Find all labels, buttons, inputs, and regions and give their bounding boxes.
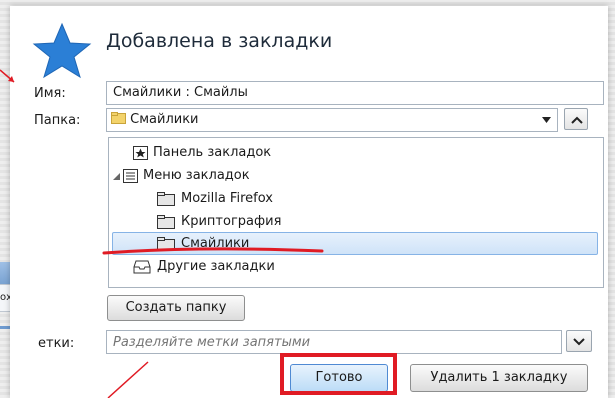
annotation-box — [280, 353, 397, 395]
annotation-layer — [0, 69, 397, 398]
annotation-pointer-line — [107, 361, 149, 398]
annotation-underline — [102, 247, 324, 255]
